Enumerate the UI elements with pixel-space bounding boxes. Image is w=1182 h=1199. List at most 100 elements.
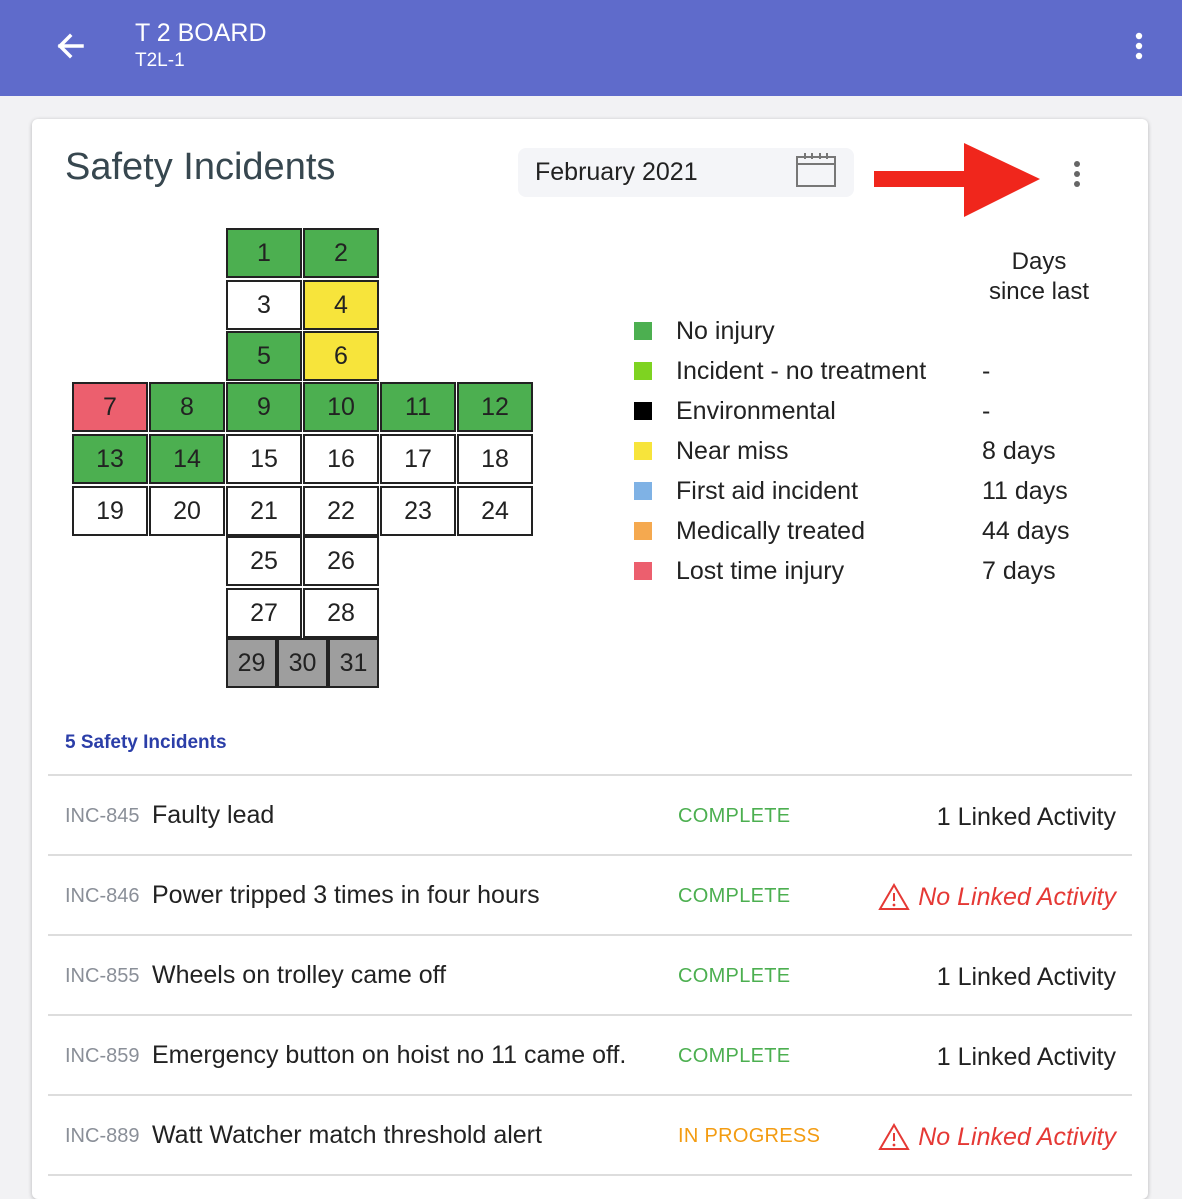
incident-id: INC-845 [65,805,140,827]
legend-swatch [634,482,652,500]
legend-days-since: 7 days [982,557,1056,585]
legend-days-since: 11 days [982,477,1068,505]
calendar-day-1[interactable]: 1 [226,228,302,278]
legend-item: First aid incident 11 days [634,476,1114,506]
incident-status: COMPLETE [678,885,791,907]
incident-count[interactable]: 5 Safety Incidents [65,731,227,755]
calendar-day-2[interactable]: 2 [303,228,379,278]
incident-row[interactable]: INC-889 Watt Watcher match threshold aler… [48,1096,1132,1174]
legend-label: Near miss [676,437,789,465]
calendar-day-19[interactable]: 19 [72,486,148,536]
incident-id: INC-855 [65,965,140,987]
incident-status: IN PROGRESS [678,1125,821,1147]
calendar-day-12[interactable]: 12 [457,382,533,432]
legend-label: Incident - no treatment [676,357,927,385]
back-button[interactable] [52,28,92,64]
days-since-header-line1: Days [1011,248,1067,275]
legend-item: Environmental - [634,396,1114,426]
calendar-day-5[interactable]: 5 [226,331,302,381]
calendar-day-24[interactable]: 24 [457,486,533,536]
calendar-day-23[interactable]: 23 [380,486,456,536]
calendar-day-18[interactable]: 18 [457,434,533,484]
calendar-day-21[interactable]: 21 [226,486,302,536]
card-title: Safety Incidents [65,146,336,188]
legend-swatch [634,562,652,580]
month-picker-value: February 2021 [535,158,698,186]
days-since-header: Days since last [964,247,1114,307]
calendar-day-10[interactable]: 10 [303,382,379,432]
calendar-day-17[interactable]: 17 [380,434,456,484]
card-menu-button[interactable] [1062,155,1092,195]
incident-id: INC-859 [65,1045,140,1067]
calendar-day-3[interactable]: 3 [226,280,302,330]
calendar-day-16[interactable]: 16 [303,434,379,484]
legend-label: Medically treated [676,517,865,545]
legend-swatch [634,322,652,340]
legend-item: Medically treated 44 days [634,516,1114,546]
incident-row[interactable]: INC-846 Power tripped 3 times in four hou… [48,856,1132,934]
red-arrow-icon [874,143,1040,217]
incident-linked-activity[interactable]: No Linked Activity [878,882,1116,912]
incident-title: Wheels on trolley came off [152,961,447,989]
incident-title: Power tripped 3 times in four hours [152,881,540,909]
legend-item: No injury [634,316,1114,346]
legend-label: No injury [676,317,775,345]
calendar-day-6[interactable]: 6 [303,331,379,381]
incident-row[interactable]: INC-855 Wheels on trolley came off COMPLET… [48,936,1132,1014]
calendar-day-29[interactable]: 29 [226,638,277,688]
calendar-icon[interactable] [795,151,837,189]
incident-linked-activity[interactable]: No Linked Activity [878,1122,1116,1152]
legend-item: Near miss 8 days [634,436,1114,466]
calendar-day-13[interactable]: 13 [72,434,148,484]
app-menu-button[interactable] [1124,28,1154,64]
legend-swatch [634,522,652,540]
calendar-day-4[interactable]: 4 [303,280,379,330]
calendar-day-28[interactable]: 28 [303,588,379,638]
calendar-day-7[interactable]: 7 [72,382,148,432]
legend-label: First aid incident [676,477,859,505]
list-divider [48,1174,1132,1176]
calendar-day-9[interactable]: 9 [226,382,302,432]
incident-linked-activity[interactable]: 1 Linked Activity [937,802,1116,832]
calendar-day-15[interactable]: 15 [226,434,302,484]
calendar-day-11[interactable]: 11 [380,382,456,432]
arrow-left-icon [57,33,84,59]
incident-row[interactable]: INC-845 Faulty lead COMPLETE 1 Linked Activ… [48,776,1132,854]
incident-id: INC-889 [65,1125,140,1147]
incident-linked-activity[interactable]: 1 Linked Activity [937,962,1116,992]
linked-activity-label: No Linked Activity [918,883,1116,911]
calendar-day-22[interactable]: 22 [303,486,379,536]
calendar-day-27[interactable]: 27 [226,588,302,638]
incident-status: COMPLETE [678,805,791,827]
legend-days-since: 44 days [982,517,1070,545]
legend-item: Lost time injury 7 days [634,556,1114,586]
app-subtitle: T2L-1 [135,50,185,71]
app-title: T 2 BOARD [135,19,267,47]
incident-status: COMPLETE [678,1045,791,1067]
legend-days-since: 8 days [982,437,1056,465]
calendar-day-31[interactable]: 31 [328,638,379,688]
more-vertical-icon [1135,32,1143,60]
more-vertical-icon [1074,161,1080,187]
app-bar: T 2 BOARD T2L-1 [0,0,1182,96]
incident-id: INC-846 [65,885,140,907]
incident-status: COMPLETE [678,965,791,987]
incident-title: Emergency button on hoist no 11 came off… [152,1041,627,1069]
warning-triangle-icon [878,883,910,910]
calendar-day-26[interactable]: 26 [303,536,379,586]
calendar-day-20[interactable]: 20 [149,486,225,536]
legend-label: Environmental [676,397,836,425]
calendar-day-14[interactable]: 14 [149,434,225,484]
legend-swatch [634,402,652,420]
linked-activity-label: 1 Linked Activity [936,963,1116,991]
incident-linked-activity[interactable]: 1 Linked Activity [937,1042,1116,1072]
days-since-header-line2: since last [988,278,1090,305]
linked-activity-label: 1 Linked Activity [936,1043,1116,1071]
legend-label: Lost time injury [676,557,845,585]
calendar-day-25[interactable]: 25 [226,536,302,586]
linked-activity-label: No Linked Activity [918,1123,1116,1151]
warning-triangle-icon [878,1123,910,1150]
calendar-day-30[interactable]: 30 [277,638,328,688]
incident-row[interactable]: INC-859 Emergency button on hoist no 11 c… [48,1016,1132,1094]
calendar-day-8[interactable]: 8 [149,382,225,432]
